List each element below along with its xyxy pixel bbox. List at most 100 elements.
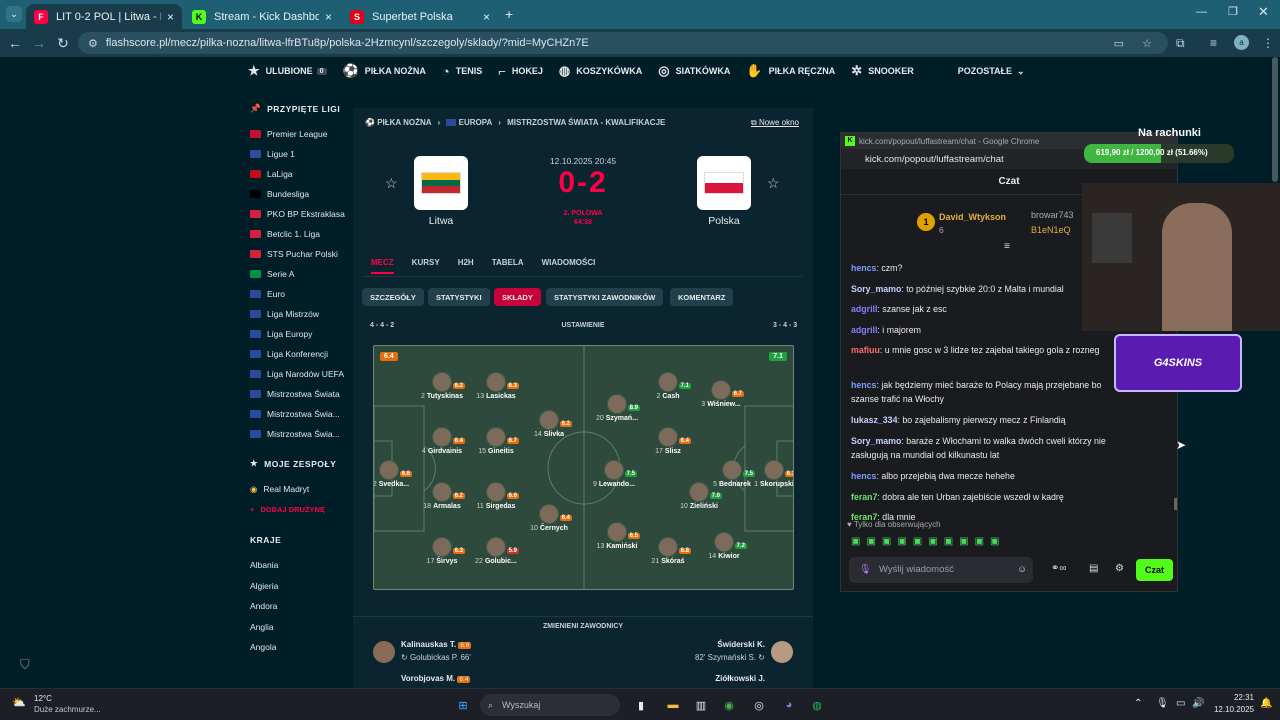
sidebar-league-item[interactable]: Serie A <box>240 264 352 284</box>
player-home[interactable]: 6.7 15 Gineitis <box>466 427 526 455</box>
away-team-logo[interactable] <box>697 156 751 210</box>
sidebar-league-item[interactable]: Mistrzostwa Świata <box>240 384 352 404</box>
maximize-button[interactable]: ❐ <box>1228 5 1238 18</box>
sidebar-country-item[interactable]: Anglia <box>240 617 352 638</box>
pinned-toggle-icon[interactable]: ≡ <box>1004 241 1010 252</box>
home-team-logo[interactable] <box>414 156 468 210</box>
new-tab-button[interactable]: + <box>505 6 513 22</box>
settings-gear-icon[interactable]: ⚙ <box>1115 563 1124 574</box>
close-icon[interactable]: × <box>483 10 490 24</box>
player-home[interactable]: 6.6 11 Sirgedas <box>466 482 526 510</box>
nav-more[interactable]: POZOSTAŁE ⌄ <box>958 66 1025 77</box>
page-scrollbar[interactable] <box>1272 57 1278 182</box>
chrome-icon[interactable]: ◉ <box>720 696 738 714</box>
player-away[interactable]: 8.9 20 Szymań... <box>587 394 647 422</box>
player-home[interactable]: 6.3 17 Širvys <box>412 537 472 565</box>
new-window-link[interactable]: ⧉ Nowe okno <box>751 118 799 128</box>
minimize-button[interactable]: — <box>1196 6 1207 18</box>
player-away[interactable]: 7.0 10 Zieliński <box>669 482 729 510</box>
home-team-name[interactable]: Litwa <box>401 215 481 227</box>
player-home[interactable]: 6.4 10 Černych <box>519 504 579 532</box>
back-icon[interactable]: ← <box>3 35 27 51</box>
tab-table[interactable]: TABELA <box>492 258 524 274</box>
subtab-details[interactable]: SZCZEGÓŁY <box>362 288 424 306</box>
close-icon[interactable]: × <box>325 10 332 24</box>
sidebar-league-item[interactable]: Liga Konferencji <box>240 344 352 364</box>
nav-snooker[interactable]: ✲ SNOOKER <box>851 63 913 79</box>
mic-icon[interactable]: 🎙 <box>859 557 871 583</box>
nav-hockey[interactable]: ⌐ HOKEJ <box>498 64 543 79</box>
media-icon[interactable]: ≡ <box>1210 36 1217 50</box>
player-home[interactable]: 6.2 2 Tutyskinas <box>412 372 472 400</box>
sidebar-country-item[interactable]: Andora <box>240 596 352 617</box>
subtab-player-stats[interactable]: STATYSTYKI ZAWODNIKÓW <box>546 288 664 306</box>
obs-icon[interactable]: ◎ <box>750 696 768 714</box>
send-chat-button[interactable]: Czat <box>1136 559 1173 581</box>
sidebar-country-item[interactable]: Albania <box>240 555 352 576</box>
team-real-madrid[interactable]: ◉ Real Madryt <box>240 479 352 499</box>
shield-icon[interactable]: ⛉ <box>20 657 30 673</box>
mic-tray-icon[interactable]: 🎙 <box>1156 698 1169 709</box>
volume-icon[interactable]: 🔊 <box>1192 698 1204 709</box>
gift-icon[interactable]: ▤ <box>1089 563 1098 574</box>
nav-tennis[interactable]: ◔ TENIS <box>442 64 482 79</box>
player-away[interactable]: 7.5 9 Lewando... <box>584 460 644 488</box>
subtab-lineups[interactable]: SKŁADY <box>494 288 541 306</box>
cast-icon[interactable]: ▭ <box>1114 37 1124 50</box>
sidebar-league-item[interactable]: Premier League <box>240 124 352 144</box>
player-home[interactable]: 6.2 14 Slivka <box>519 410 579 438</box>
notepad-icon[interactable]: ▥ <box>692 696 710 714</box>
task-view-icon[interactable]: ▮ <box>632 696 650 714</box>
menu-icon[interactable]: ⋮ <box>1262 36 1274 50</box>
sub-in-home-1[interactable]: Kalinauskas T. 6.6 <box>401 640 472 649</box>
nav-handball[interactable]: ✋ PIŁKA RĘCZNA <box>746 63 835 79</box>
chat-input[interactable]: 🎙 Wyślij wiadomość ☺ <box>849 557 1033 583</box>
site-info-icon[interactable]: ⚙ <box>88 37 98 50</box>
tab-match[interactable]: MECZ <box>371 258 394 274</box>
profile-avatar[interactable]: a <box>1234 35 1249 50</box>
player-home[interactable]: 6.3 13 Lasickas <box>466 372 526 400</box>
sub-in-away-2[interactable]: Ziółkowski J. <box>715 674 765 683</box>
player-home[interactable]: 5.9 22 Golubic... <box>466 537 526 565</box>
url-field[interactable]: ⚙ flashscore.pl/mecz/pilka-nozna/litwa-l… <box>78 32 1168 54</box>
close-window-button[interactable]: ✕ <box>1258 4 1269 20</box>
sidebar-league-item[interactable]: Euro <box>240 284 352 304</box>
tab-search-button[interactable]: ⌄ <box>6 6 22 22</box>
sidebar-league-item[interactable]: Mistrzostwa Świa... <box>240 424 352 444</box>
forward-icon[interactable]: → <box>27 35 51 51</box>
player-home[interactable]: 6.4 4 Girdvainis <box>412 427 472 455</box>
sidebar-league-item[interactable]: STS Puchar Polski <box>240 244 352 264</box>
reload-icon[interactable]: ↻ <box>51 35 75 52</box>
taskbar-search[interactable]: ⌕ Wyszukaj <box>480 694 620 716</box>
sub-in-away-1[interactable]: Świderski K. <box>717 640 765 649</box>
subtab-stats[interactable]: STATYSTYKI <box>428 288 490 306</box>
tab-h2h[interactable]: H2H <box>458 258 474 274</box>
sidebar-league-item[interactable]: Liga Europy <box>240 324 352 344</box>
sidebar-league-item[interactable]: Bundesliga <box>240 184 352 204</box>
player-away[interactable]: 6.7 3 Wiśniew... <box>691 380 751 408</box>
player-away[interactable]: 7.2 14 Kiwior <box>694 532 754 560</box>
bookmark-star-icon[interactable]: ☆ <box>1142 37 1152 50</box>
add-team-button[interactable]: + DODAJ DRUŻYNĘ <box>240 499 352 519</box>
points-icon[interactable]: ⚭∞ <box>1051 563 1067 574</box>
clock-date[interactable]: 12.10.2025 <box>1204 705 1254 714</box>
sidebar-league-item[interactable]: Mistrzostwa Świa... <box>240 404 352 424</box>
tab-news[interactable]: WIADOMOŚCI <box>542 258 596 274</box>
chat-scrollbar[interactable] <box>1174 498 1177 510</box>
sub-in-home-2[interactable]: Vorobjovas M. 6.4 <box>401 674 471 683</box>
notification-icon[interactable]: 🔔 <box>1260 698 1272 709</box>
weather-widget[interactable]: ⛅ 12°C Duże zachmurze... <box>12 694 122 716</box>
extensions-icon[interactable]: ⧉ <box>1176 36 1185 51</box>
nav-favorites[interactable]: ★ ULUBIONE 0 <box>248 63 327 79</box>
tray-chevron-icon[interactable]: ⌃ <box>1134 698 1142 709</box>
sidebar-league-item[interactable]: LaLiga <box>240 164 352 184</box>
favorite-away-star-icon[interactable]: ☆ <box>767 175 780 192</box>
sidebar-league-item[interactable]: Liga Narodów UEFA <box>240 364 352 384</box>
sidebar-country-item[interactable]: Angola <box>240 637 352 658</box>
nav-basketball[interactable]: ◍ KOSZYKÓWKA <box>559 63 642 79</box>
spotify-icon[interactable]: ◍ <box>808 696 826 714</box>
sidebar-league-item[interactable]: Ligue 1 <box>240 144 352 164</box>
player-home[interactable]: 6.2 18 Armalas <box>412 482 472 510</box>
player-away[interactable]: 6.8 21 Skóraś <box>638 537 698 565</box>
file-explorer-icon[interactable]: ▬ <box>664 696 682 714</box>
